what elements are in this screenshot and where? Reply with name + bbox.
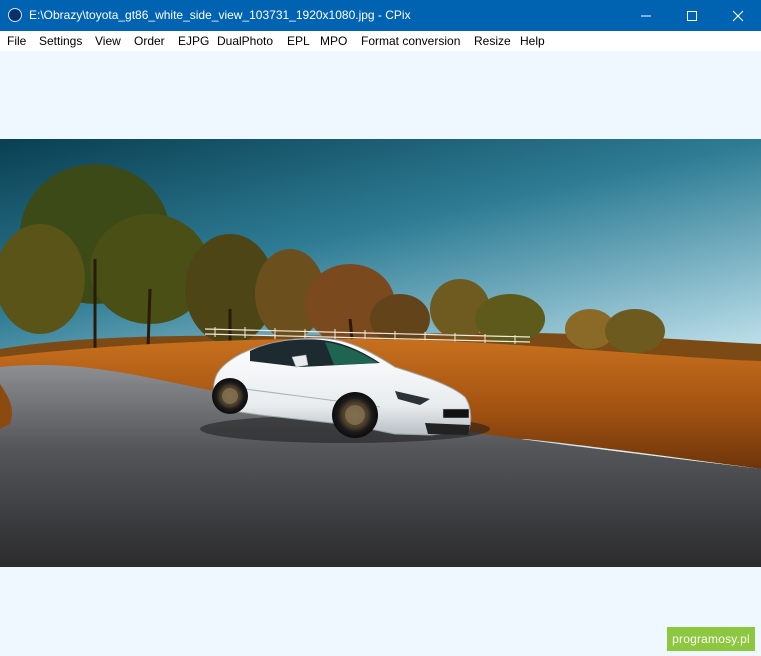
window-title: E:\Obrazy\toyota_gt86_white_side_view_10… (29, 8, 411, 22)
close-button[interactable] (715, 0, 761, 31)
menu-file[interactable]: File (7, 34, 26, 48)
menu-resize[interactable]: Resize (474, 34, 511, 48)
minimize-icon (641, 15, 651, 16)
car-photo-illustration (0, 139, 761, 567)
menu-settings[interactable]: Settings (39, 34, 82, 48)
app-icon[interactable] (8, 8, 22, 22)
menu-epl[interactable]: EPL (287, 34, 310, 48)
menu-ejpg[interactable]: EJPG (178, 34, 209, 48)
title-bar: E:\Obrazy\toyota_gt86_white_side_view_10… (0, 0, 761, 31)
menu-help[interactable]: Help (520, 34, 545, 48)
menu-dualphoto[interactable]: DualPhoto (217, 34, 273, 48)
menu-view[interactable]: View (95, 34, 121, 48)
close-icon (732, 10, 744, 21)
menu-mpo[interactable]: MPO (320, 34, 347, 48)
menu-order[interactable]: Order (134, 34, 165, 48)
minimize-button[interactable] (623, 0, 669, 31)
maximize-icon (687, 10, 697, 21)
menu-bar: File Settings View Order EJPG DualPhoto … (0, 31, 761, 52)
maximize-button[interactable] (669, 0, 715, 31)
watermark-badge: programosy.pl (667, 627, 755, 651)
displayed-photo[interactable] (0, 139, 761, 567)
menu-format-conversion[interactable]: Format conversion (361, 34, 460, 48)
